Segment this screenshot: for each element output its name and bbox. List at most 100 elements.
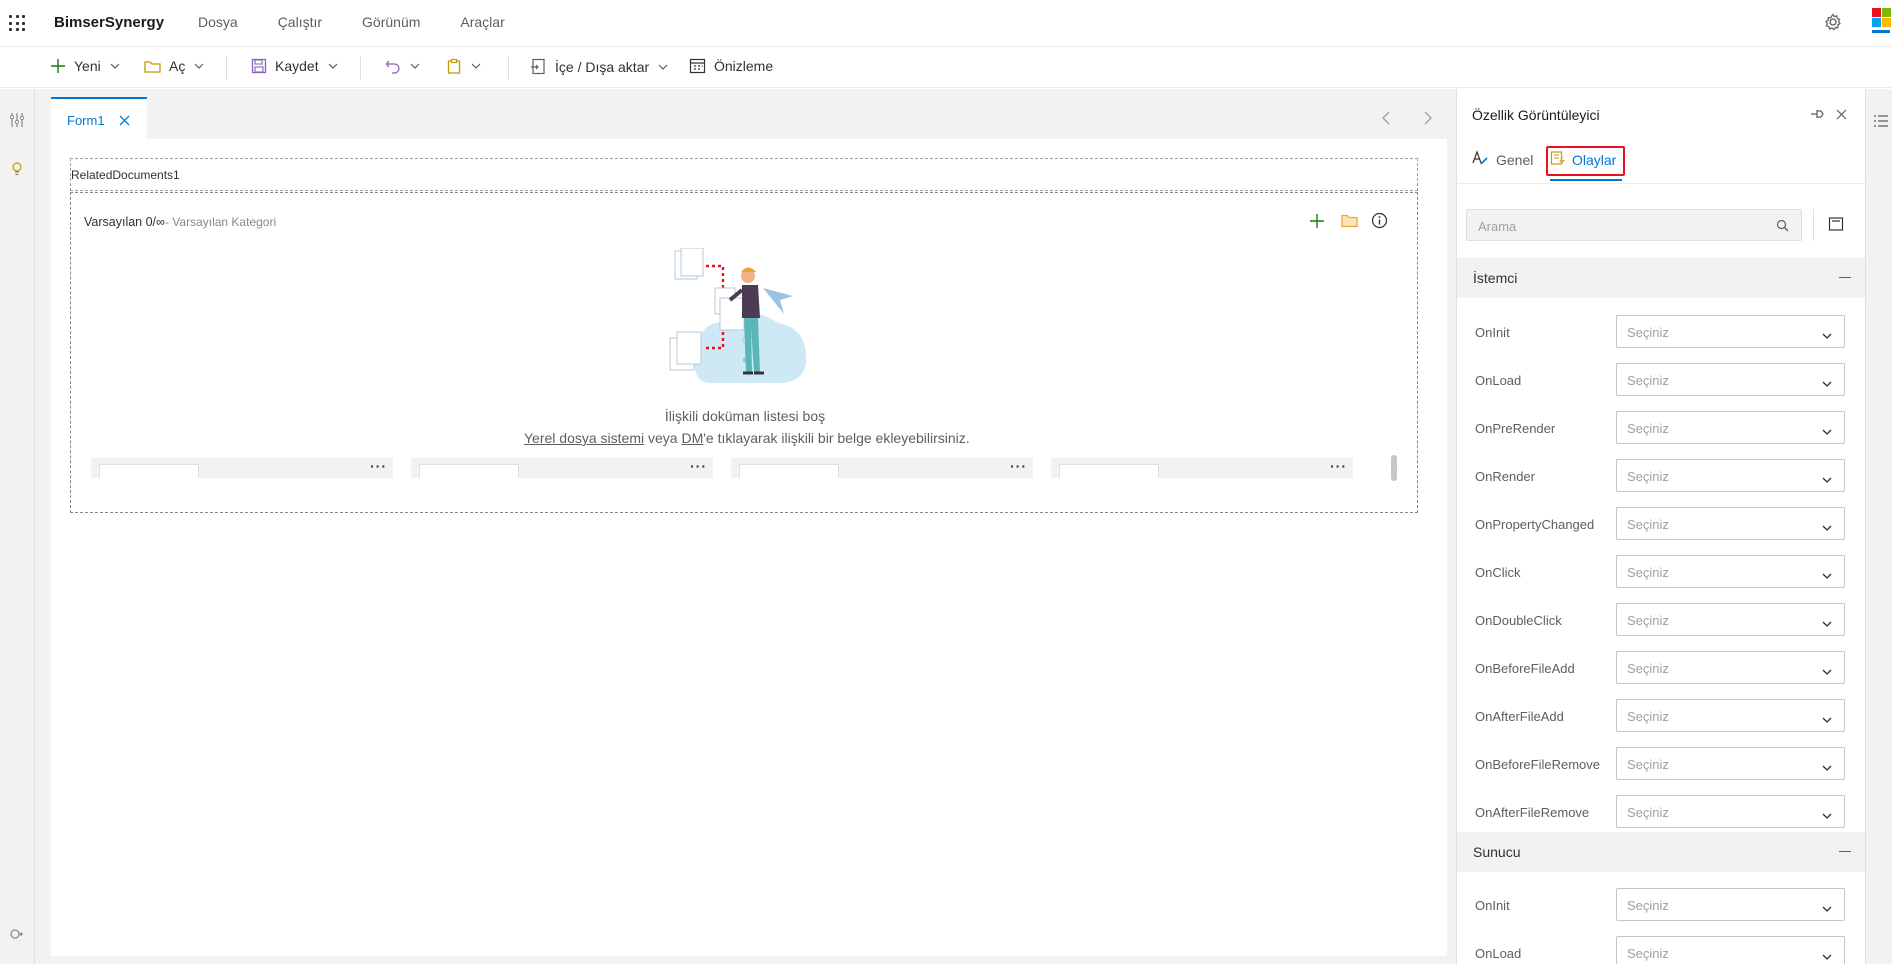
menu-run[interactable]: Çalıştır bbox=[278, 14, 322, 30]
command-separator bbox=[226, 56, 227, 80]
preview-label: Önizleme bbox=[714, 58, 774, 74]
event-label: OnDoubleClick bbox=[1475, 613, 1562, 628]
open-button[interactable]: Aç bbox=[144, 58, 205, 74]
event-row-onbeforefileadd: OnBeforeFileAdd Seçiniz bbox=[1457, 646, 1865, 694]
event-handler-select[interactable]: Seçiniz bbox=[1616, 411, 1845, 444]
scrollbar-thumb[interactable] bbox=[1391, 455, 1397, 481]
preview-button[interactable]: Önizleme bbox=[689, 58, 773, 74]
chevron-down-icon bbox=[1822, 760, 1832, 775]
list-view-icon[interactable] bbox=[1873, 113, 1889, 132]
event-row-ondoubleclick: OnDoubleClick Seçiniz bbox=[1457, 598, 1865, 646]
menu-view[interactable]: Görünüm bbox=[362, 14, 420, 30]
app-brand[interactable]: BimserSynergy bbox=[54, 14, 164, 31]
chevron-down-icon bbox=[1822, 808, 1832, 823]
collapse-dash-icon[interactable] bbox=[1839, 851, 1851, 852]
select-placeholder: Seçiniz bbox=[1627, 661, 1669, 676]
collapse-dash-icon[interactable] bbox=[1839, 277, 1851, 278]
more-options-icon[interactable]: ··· bbox=[690, 458, 707, 474]
app-launcher-icon[interactable] bbox=[9, 15, 25, 31]
property-panel-title: Özellik Görüntüleyici bbox=[1472, 107, 1600, 123]
chevron-down-icon bbox=[193, 60, 205, 72]
company-logo-icon bbox=[1868, 6, 1892, 40]
chevron-down-icon bbox=[1822, 901, 1832, 916]
event-handler-select[interactable]: Seçiniz bbox=[1616, 651, 1845, 684]
empty-state-tail: 'e tıklayarak ilişkili bir belge ekleyeb… bbox=[703, 430, 970, 446]
chevron-down-icon bbox=[1822, 664, 1832, 679]
paste-button[interactable] bbox=[446, 58, 482, 74]
chevron-down-icon bbox=[1822, 376, 1832, 391]
local-folder-icon[interactable] bbox=[1341, 213, 1358, 231]
tab-form1[interactable]: Form1 bbox=[51, 97, 147, 139]
document-card[interactable]: ··· bbox=[411, 458, 713, 478]
section-server[interactable]: Sunucu bbox=[1457, 832, 1865, 872]
save-button-label: Kaydet bbox=[275, 58, 319, 74]
event-handler-select[interactable]: Seçiniz bbox=[1616, 555, 1845, 588]
open-button-label: Aç bbox=[169, 58, 186, 74]
event-label: OnAfterFileAdd bbox=[1475, 709, 1564, 724]
event-handler-select[interactable]: Seçiniz bbox=[1616, 363, 1845, 396]
event-label: OnLoad bbox=[1475, 946, 1522, 961]
property-search-input[interactable]: Arama bbox=[1466, 209, 1802, 241]
help-bot-icon[interactable] bbox=[9, 926, 25, 945]
select-placeholder: Seçiniz bbox=[1627, 946, 1669, 961]
category-title-main: Varsayılan 0/∞ bbox=[84, 215, 165, 229]
event-handler-select[interactable]: Seçiniz bbox=[1616, 459, 1845, 492]
calendar-preview-icon bbox=[689, 58, 706, 74]
collapse-all-icon[interactable] bbox=[1828, 216, 1844, 235]
dm-link[interactable]: DM bbox=[681, 430, 703, 446]
close-icon[interactable] bbox=[119, 114, 130, 129]
event-handler-select[interactable]: Seçiniz bbox=[1616, 699, 1845, 732]
section-client[interactable]: İstemci bbox=[1457, 258, 1865, 298]
more-options-icon[interactable]: ··· bbox=[370, 458, 387, 474]
settings-gear-icon[interactable] bbox=[1823, 12, 1843, 35]
event-handler-select[interactable]: Seçiniz bbox=[1616, 747, 1845, 780]
next-tab-arrow-icon[interactable] bbox=[1422, 110, 1434, 129]
section-server-title: Sunucu bbox=[1473, 844, 1521, 860]
chevron-down-icon bbox=[109, 60, 121, 72]
event-handler-select[interactable]: Seçiniz bbox=[1616, 888, 1845, 921]
document-card[interactable]: ··· bbox=[91, 458, 393, 478]
select-placeholder: Seçiniz bbox=[1627, 757, 1669, 772]
more-options-icon[interactable]: ··· bbox=[1330, 458, 1347, 474]
chevron-down-icon bbox=[1822, 616, 1832, 631]
chevron-down-icon bbox=[409, 60, 421, 72]
select-placeholder: Seçiniz bbox=[1627, 565, 1669, 580]
event-row-server-onload: OnLoad Seçiniz bbox=[1457, 931, 1865, 964]
document-card[interactable]: ··· bbox=[1051, 458, 1353, 478]
new-button[interactable]: Yeni bbox=[50, 58, 121, 74]
tab-general[interactable]: Genel bbox=[1472, 150, 1533, 169]
document-card-thumb bbox=[1059, 464, 1159, 478]
event-row-onclick: OnClick Seçiniz bbox=[1457, 550, 1865, 598]
import-export-button[interactable]: İçe / Dışa aktar bbox=[530, 58, 669, 75]
add-document-button[interactable] bbox=[1309, 213, 1325, 232]
category-subtitle: - Varsayılan Kategori bbox=[164, 215, 277, 229]
previous-tab-arrow-icon[interactable] bbox=[1380, 110, 1392, 129]
toolbox-icon[interactable] bbox=[9, 112, 25, 131]
control-name-label[interactable]: RelatedDocuments1 bbox=[71, 168, 180, 182]
search-divider bbox=[1813, 209, 1814, 241]
event-handler-select[interactable]: Seçiniz bbox=[1616, 795, 1845, 828]
lightbulb-icon[interactable] bbox=[9, 161, 25, 180]
save-button[interactable]: Kaydet bbox=[251, 58, 339, 74]
pin-icon[interactable] bbox=[1810, 108, 1824, 123]
save-icon bbox=[251, 58, 267, 74]
chevron-down-icon bbox=[1822, 949, 1832, 964]
more-options-icon[interactable]: ··· bbox=[1010, 458, 1027, 474]
empty-state-illustration bbox=[668, 247, 818, 386]
related-documents-control[interactable]: Varsayılan 0/∞- Varsayılan Kategori İliş… bbox=[70, 192, 1418, 513]
document-card[interactable]: ··· bbox=[731, 458, 1033, 478]
document-card-thumb bbox=[739, 464, 839, 478]
text-format-icon bbox=[1472, 150, 1488, 169]
menu-tools[interactable]: Araçlar bbox=[460, 14, 504, 30]
event-handler-select[interactable]: Seçiniz bbox=[1616, 603, 1845, 636]
undo-button[interactable] bbox=[385, 58, 421, 74]
chevron-down-icon bbox=[1822, 472, 1832, 487]
event-handler-select[interactable]: Seçiniz bbox=[1616, 507, 1845, 540]
menu-file[interactable]: Dosya bbox=[198, 14, 238, 30]
event-handler-select[interactable]: Seçiniz bbox=[1616, 315, 1845, 348]
close-panel-icon[interactable] bbox=[1836, 108, 1847, 123]
command-separator bbox=[360, 56, 361, 80]
local-file-system-link[interactable]: Yerel dosya sistemi bbox=[524, 430, 644, 446]
event-handler-select[interactable]: Seçiniz bbox=[1616, 936, 1845, 964]
info-icon[interactable] bbox=[1371, 212, 1388, 232]
